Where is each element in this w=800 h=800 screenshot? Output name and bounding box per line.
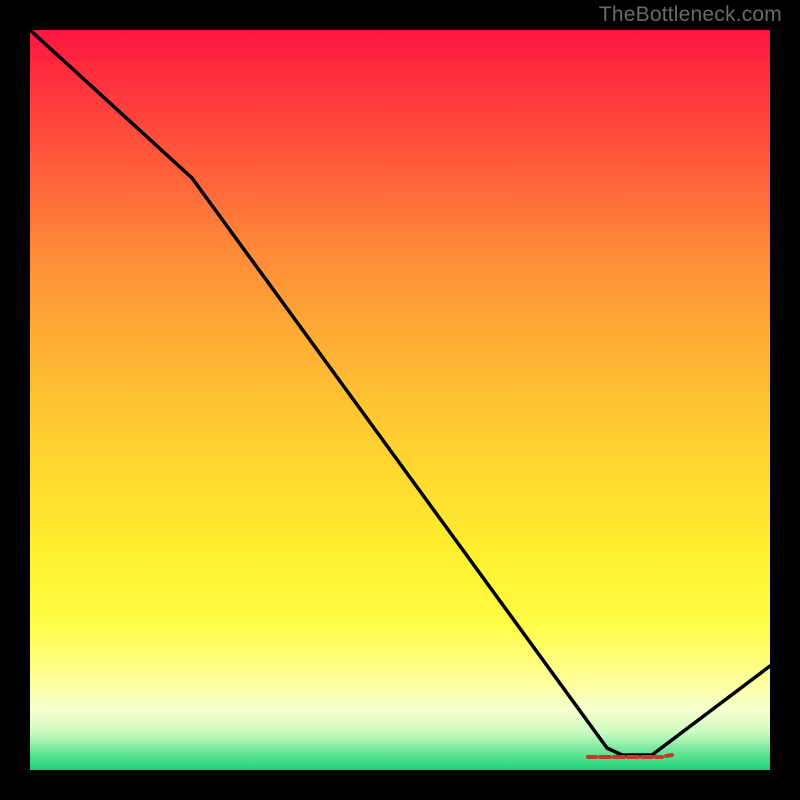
- plot-area: [30, 30, 770, 770]
- minimum-marker: [588, 755, 672, 757]
- chart-svg: [30, 30, 770, 770]
- chart-line: [30, 30, 770, 755]
- watermark-text: TheBottleneck.com: [599, 3, 782, 27]
- chart-frame: TheBottleneck.com: [0, 0, 800, 800]
